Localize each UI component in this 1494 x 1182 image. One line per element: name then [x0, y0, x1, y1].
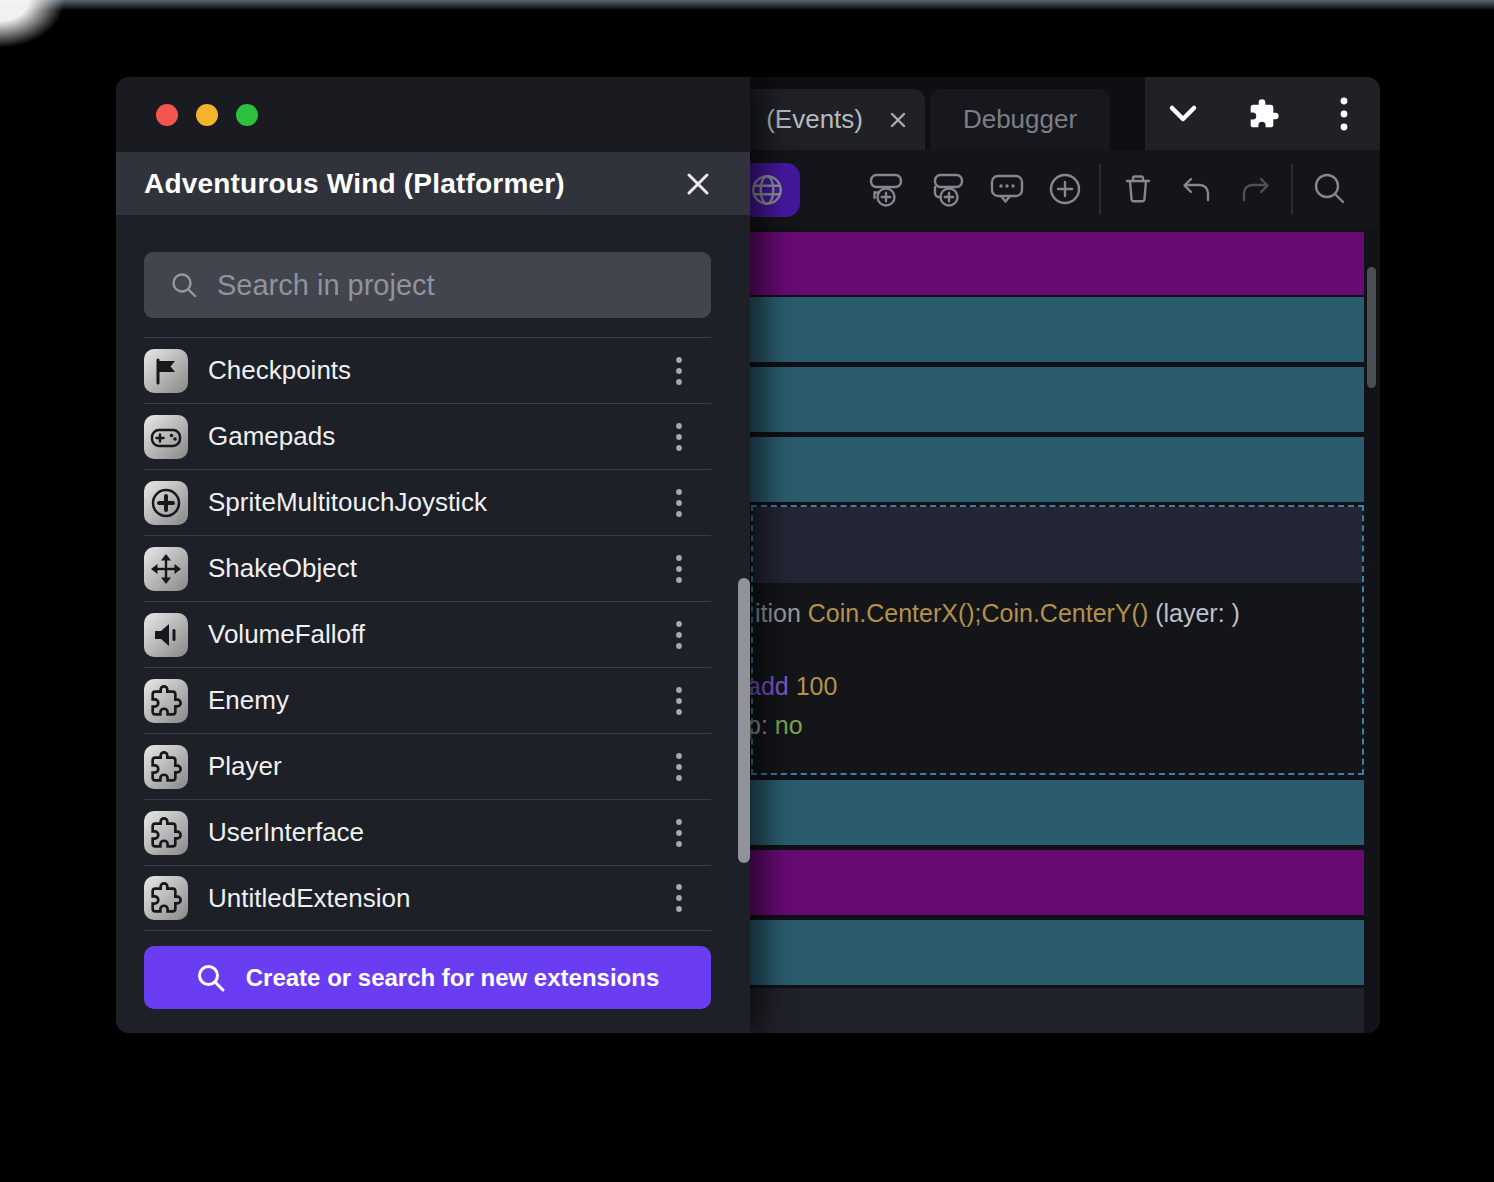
window-menu-bar: [1145, 77, 1380, 150]
item-menu-icon[interactable]: [675, 488, 683, 518]
event-action-text[interactable]: ition Coin.CenterX();Coin.CenterY() (lay…: [755, 599, 1240, 627]
extension-name: VolumeFalloff: [208, 619, 675, 650]
add-event-icon[interactable]: [865, 167, 909, 211]
panel-header: Adventurous Wind (Platformer): [116, 152, 750, 215]
event-action-text[interactable]: add 100: [747, 672, 837, 700]
tab-events-label: (Events): [766, 104, 863, 135]
events-scrollbar-thumb[interactable]: [1367, 267, 1376, 388]
background-glow: [0, 0, 1494, 11]
search-placeholder: Search in project: [217, 269, 435, 302]
add-sub-event-icon[interactable]: [926, 167, 970, 211]
puzzle-icon: [144, 745, 188, 789]
extension-item-joystick[interactable]: SpriteMultitouchJoystick: [144, 469, 711, 535]
search-icon: [196, 963, 226, 993]
search-input[interactable]: Search in project: [144, 252, 711, 318]
puzzle-icon: [144, 811, 188, 855]
events-scrollbar-track[interactable]: [1364, 228, 1380, 1033]
extensions-panel: Adventurous Wind (Platformer) Search in …: [116, 77, 750, 1033]
extension-name: SpriteMultitouchJoystick: [208, 487, 675, 518]
puzzle-icon: [144, 876, 188, 920]
event-action-text[interactable]: p: no: [747, 711, 803, 739]
gamepad-icon: [144, 415, 188, 459]
extension-item-volumefalloff[interactable]: VolumeFalloff: [144, 601, 711, 667]
extension-name: UserInterface: [208, 817, 675, 848]
puzzle-icon[interactable]: [1248, 98, 1280, 130]
selected-event-condition-row[interactable]: [753, 507, 1362, 583]
selected-event[interactable]: ition Coin.CenterX();Coin.CenterY() (lay…: [751, 505, 1364, 775]
toolbar-divider: [1099, 164, 1101, 214]
extension-name: UntitledExtension: [208, 883, 675, 914]
search-icon[interactable]: [1308, 167, 1352, 211]
traffic-light-close[interactable]: [156, 104, 178, 126]
item-menu-icon[interactable]: [675, 686, 683, 716]
volume-icon: [144, 613, 188, 657]
item-menu-icon[interactable]: [675, 752, 683, 782]
extension-item-gamepads[interactable]: Gamepads: [144, 403, 711, 469]
add-comment-icon[interactable]: [985, 167, 1029, 211]
tab-debugger[interactable]: Debugger: [930, 89, 1110, 150]
action-text-fragment: p:: [747, 711, 775, 739]
traffic-light-minimize[interactable]: [196, 104, 218, 126]
item-menu-icon[interactable]: [675, 818, 683, 848]
action-value: 100: [796, 672, 838, 700]
item-menu-icon[interactable]: [675, 620, 683, 650]
puzzle-icon: [144, 679, 188, 723]
item-menu-icon[interactable]: [675, 883, 683, 913]
background-corner-glow: [0, 0, 110, 80]
search-icon: [170, 271, 198, 299]
add-other-event-icon[interactable]: [1043, 167, 1087, 211]
panel-title: Adventurous Wind (Platformer): [144, 168, 565, 200]
tab-debugger-label: Debugger: [963, 104, 1077, 135]
create-extension-label: Create or search for new extensions: [246, 964, 659, 992]
extension-name: Player: [208, 751, 675, 782]
joystick-icon: [144, 481, 188, 525]
action-text-fragment: ;: [975, 599, 982, 627]
extension-item-checkpoints[interactable]: Checkpoints: [144, 337, 711, 403]
extension-item-shakeobject[interactable]: ShakeObject: [144, 535, 711, 601]
gdevelop-window: (Events) Debugger: [116, 77, 1380, 1033]
delete-icon[interactable]: [1116, 167, 1160, 211]
extension-item-userinterface[interactable]: UserInterface: [144, 799, 711, 865]
extension-name: Gamepads: [208, 421, 675, 452]
extensions-list: Checkpoints Gamepads: [144, 337, 711, 931]
item-menu-icon[interactable]: [675, 554, 683, 584]
action-text-fragment: (layer: ): [1148, 599, 1240, 627]
create-extension-button[interactable]: Create or search for new extensions: [144, 946, 711, 1009]
toolbar-divider: [1291, 164, 1293, 214]
action-expression: Coin.CenterX(): [808, 599, 975, 627]
action-value: no: [775, 711, 803, 739]
action-expression: Coin.CenterY(): [982, 599, 1149, 627]
item-menu-icon[interactable]: [675, 422, 683, 452]
action-text-fragment: ition: [755, 599, 808, 627]
kebab-menu-icon[interactable]: [1339, 96, 1349, 132]
close-icon[interactable]: [685, 171, 711, 197]
panel-scrollbar-thumb[interactable]: [738, 578, 750, 863]
action-text-fragment: add: [747, 672, 796, 700]
move-arrows-icon: [144, 547, 188, 591]
undo-icon[interactable]: [1175, 167, 1219, 211]
extension-name: ShakeObject: [208, 553, 675, 584]
extension-item-enemy[interactable]: Enemy: [144, 667, 711, 733]
extension-item-untitledextension[interactable]: UntitledExtension: [144, 865, 711, 931]
extension-name: Enemy: [208, 685, 675, 716]
traffic-light-zoom[interactable]: [236, 104, 258, 126]
chevron-down-icon[interactable]: [1166, 103, 1200, 125]
item-menu-icon[interactable]: [675, 356, 683, 386]
extension-item-player[interactable]: Player: [144, 733, 711, 799]
screenshot-page: (Events) Debugger: [0, 0, 1494, 1182]
tab-close-icon[interactable]: [889, 111, 907, 129]
flag-icon: [144, 349, 188, 393]
redo-icon[interactable]: [1233, 167, 1277, 211]
window-titlebar: [116, 77, 750, 152]
extension-name: Checkpoints: [208, 355, 675, 386]
